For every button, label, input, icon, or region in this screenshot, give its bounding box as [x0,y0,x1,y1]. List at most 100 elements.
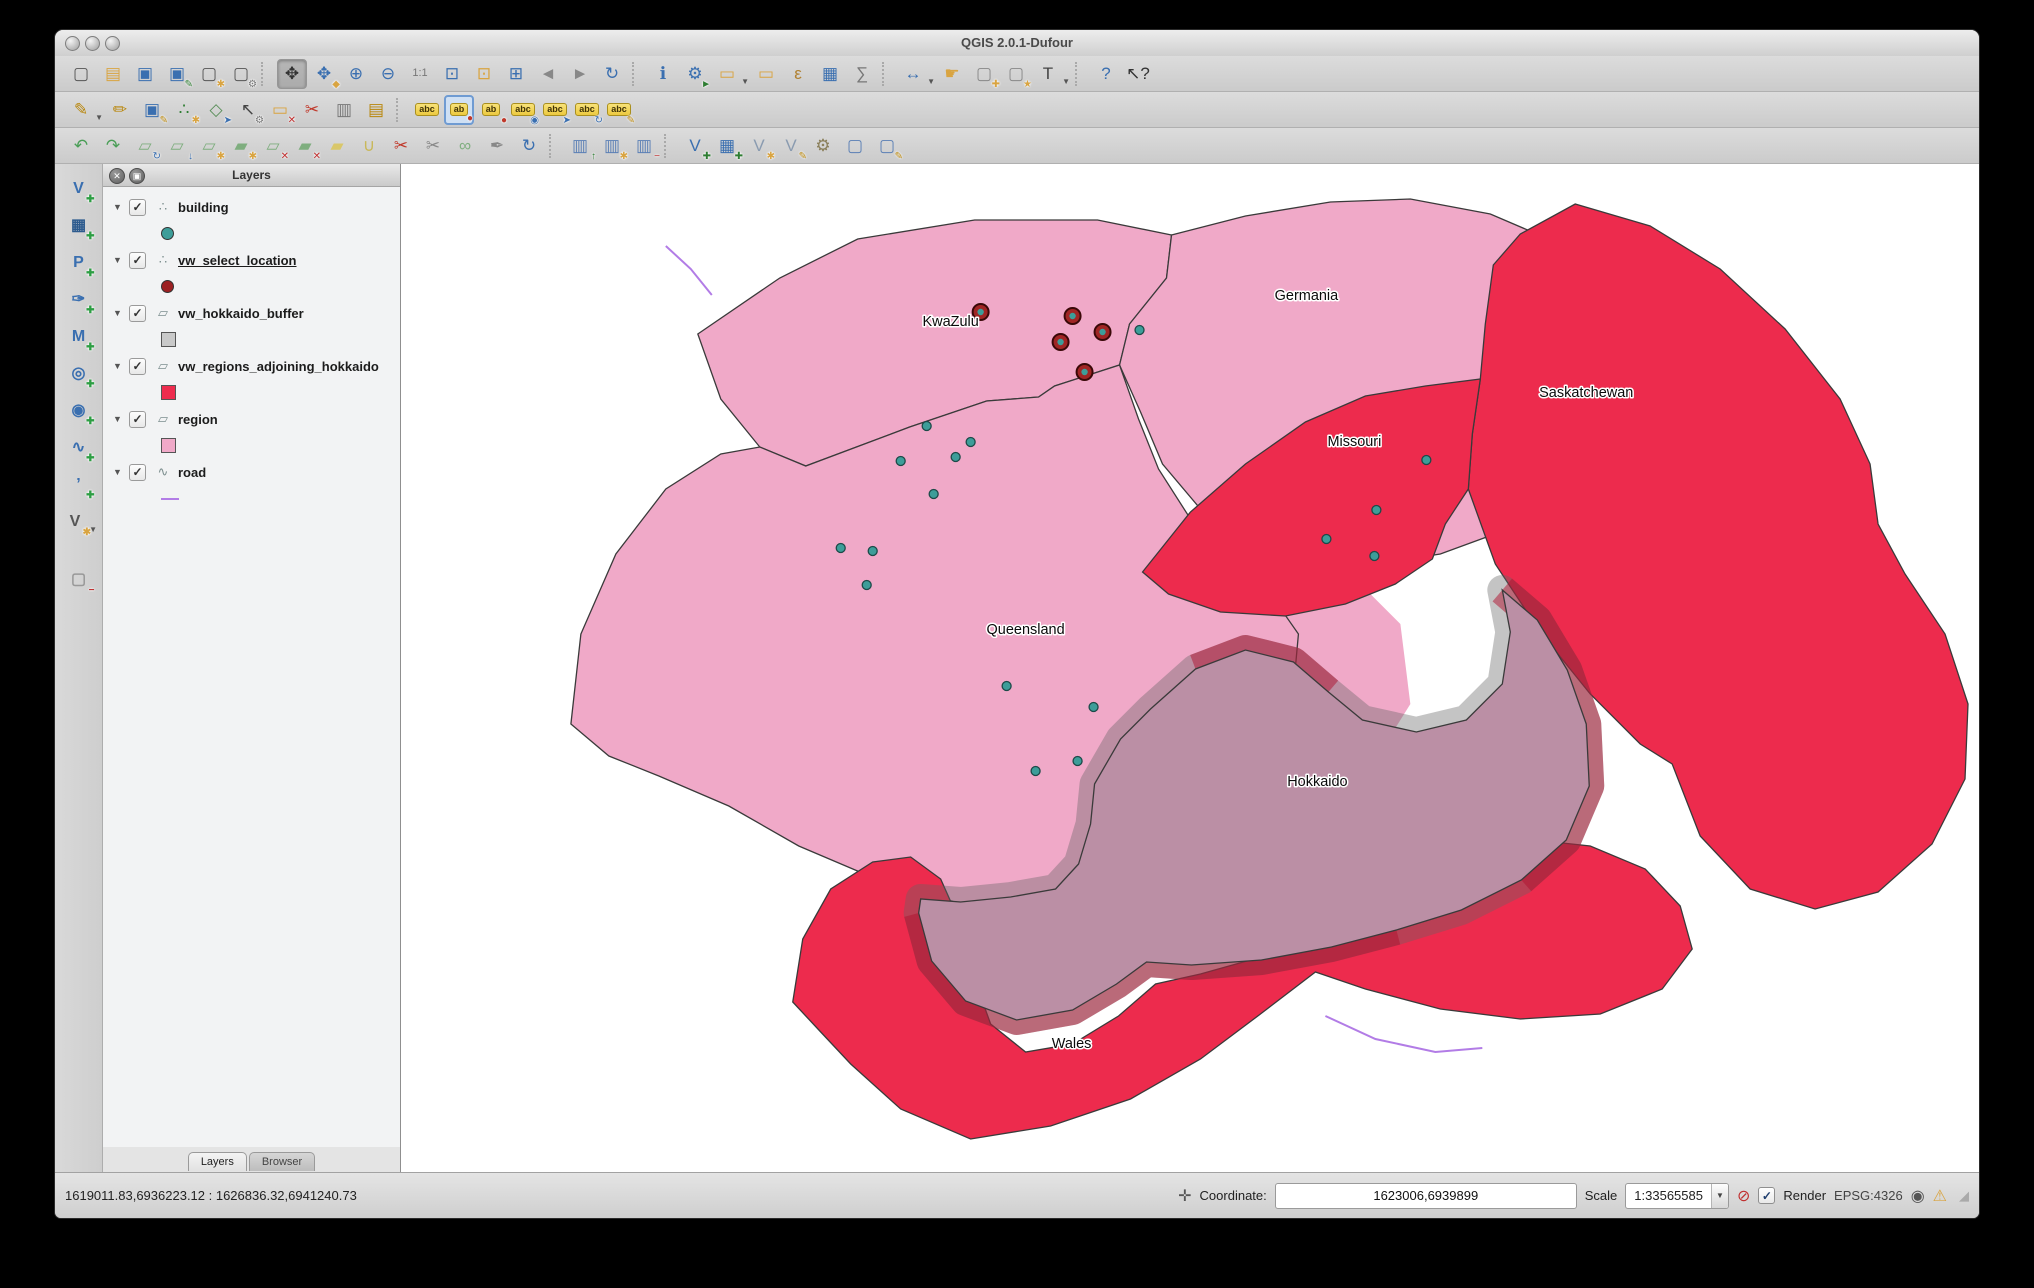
run-feature-action-icon[interactable]: ⚙ ► [680,59,711,89]
pan-to-selection-icon[interactable]: ✥ ◆ [309,59,340,89]
layer-name[interactable]: building [178,200,229,215]
cut-features-icon[interactable]: ✂ [297,95,327,125]
zoom-next-icon[interactable]: ► [565,59,595,89]
zoom-in-icon[interactable]: ⊕ [341,59,371,89]
unpin-labels-icon[interactable]: ab ● [476,95,507,125]
pin-unpin-labels-icon[interactable]: ab ● [444,94,474,125]
move-label-icon[interactable]: abc ➤ [540,95,571,125]
building-point[interactable] [1072,755,1083,767]
split-parts-icon[interactable]: ✂ [418,131,448,161]
building-point[interactable] [928,488,939,500]
scale-select[interactable]: 1:33565585 ▼ [1625,1182,1729,1209]
expand-icon[interactable]: ▼ [113,414,127,424]
paste-features-icon[interactable]: ▤ [361,95,391,125]
rotate-feature-icon[interactable]: ▱ ↻ [130,131,161,161]
save-project-icon[interactable]: ▣ [130,59,160,89]
raster-remove-icon[interactable]: ▥ − [629,131,660,161]
layer-visibility-checkbox[interactable]: ✓ [129,251,146,269]
building-point[interactable] [921,420,932,432]
delete-ring-icon[interactable]: ▱ ✕ [258,131,289,161]
raster-new-icon[interactable]: ▥ ✱ [597,131,628,161]
change-label-icon[interactable]: abc ✎ [604,95,635,125]
road-line-southeast[interactable] [1324,1015,1483,1054]
building-point[interactable] [1369,550,1380,562]
layer-visibility-checkbox[interactable]: ✓ [129,357,146,375]
log-messages-icon[interactable]: ⚠ [1933,1186,1947,1206]
add-spatialite-layer-icon[interactable]: ✑ ✚ [64,285,95,316]
coordinate-input[interactable]: 1623006,6939899 [1274,1182,1577,1209]
pan-map-icon[interactable]: ✥ [277,58,307,89]
scale-dropdown-icon[interactable]: ▼ [1710,1183,1728,1208]
add-raster-layer-icon[interactable]: ▦ ✚ [64,211,95,242]
node-tool-icon[interactable]: ↖ ⚙ [233,95,264,125]
building-point[interactable] [1421,454,1432,466]
grass-region-display-icon[interactable]: ▢ [840,131,870,161]
add-oracle-layer-icon[interactable]: ’ ✚ [64,470,94,501]
crs-status-icon[interactable]: ◉ [1911,1186,1925,1206]
building-point[interactable] [965,436,976,448]
layer-visibility-checkbox[interactable]: ✓ [129,463,146,481]
vector-layer-add-icon[interactable]: V ✚ [680,131,711,161]
simplify-feature-icon[interactable]: ▱ ↓ [162,131,193,161]
refresh-map-icon[interactable]: ↻ [597,59,627,89]
building-point[interactable] [950,451,961,463]
panel-tab-browser[interactable]: Browser [248,1152,316,1171]
undo-icon[interactable]: ↶ [66,131,96,161]
add-ring-icon[interactable]: ▱ ✱ [194,131,225,161]
building-point[interactable] [1134,324,1145,336]
layer-item-vw_hokkaido_buffer[interactable]: ▼ ✓ ▱ vw_hokkaido_buffer [103,299,400,327]
building-point[interactable] [1001,680,1012,692]
whats-this-icon[interactable]: ↖? [1123,59,1153,89]
grass-region-edit-icon[interactable]: ▢ ✎ [872,131,903,161]
grass-tools-icon[interactable]: ⚙ [808,131,838,161]
text-annotation-dropdown-icon[interactable]: ▼ [1062,77,1070,86]
layer-name[interactable]: road [178,465,206,480]
rotate-label-icon[interactable]: abc ↻ [572,95,603,125]
rotate-point-symbols-icon[interactable]: ✒ [482,131,512,161]
expand-icon[interactable]: ▼ [113,467,127,477]
building-point[interactable] [835,542,846,554]
zoom-last-icon[interactable]: ◄ [533,59,563,89]
copy-features-icon[interactable]: ▥ [329,95,359,125]
save-layer-edits-icon[interactable]: ▣ ✎ [137,95,168,125]
titlebar[interactable]: QGIS 2.0.1-Dufour [55,30,1979,57]
vector-layer-new-icon[interactable]: V ✱ [744,131,775,161]
toggle-editing-icon[interactable]: ✏ [105,95,135,125]
layer-visibility-checkbox[interactable]: ✓ [129,410,146,428]
zoom-to-selection-icon[interactable]: ⊡ [469,59,499,89]
new-shapefile-layer-dropdown-icon[interactable]: ▼ [89,526,97,534]
move-feature-icon[interactable]: ◇ ➤ [201,95,232,125]
building-point[interactable] [1371,504,1382,516]
layer-name[interactable]: vw_hokkaido_buffer [178,306,304,321]
panel-float-icon[interactable]: ▣ [129,168,145,184]
help-contents-icon[interactable]: ? [1091,59,1121,89]
layer-name[interactable]: vw_select_location [178,253,297,268]
map-canvas[interactable]: KwaZulu Germania Saskatchewan Missouri Queen… [401,164,1979,1172]
stop-render-icon[interactable]: ⊘ [1737,1186,1750,1206]
expand-icon[interactable]: ▼ [113,255,127,265]
zoom-to-layer-icon[interactable]: ⊞ [501,59,531,89]
layer-name[interactable]: region [178,412,218,427]
deselect-features-icon[interactable]: ▭ [751,59,781,89]
layer-visibility-checkbox[interactable]: ✓ [129,304,146,322]
raster-load-icon[interactable]: ▥ ↑ [565,131,596,161]
layer-visibility-checkbox[interactable]: ✓ [129,198,146,216]
new-project-icon[interactable]: ▢ [66,59,96,89]
add-wfs-layer-icon[interactable]: ∿ ✚ [64,433,95,464]
raster-layer-add-icon[interactable]: ▦ ✚ [712,131,743,161]
expand-icon[interactable]: ▼ [113,308,127,318]
new-print-composer-icon[interactable]: ▢ ✱ [194,59,225,89]
render-checkbox[interactable]: ✓ [1758,1187,1776,1204]
road-line-northwest[interactable] [665,245,713,296]
window-resize-grip[interactable]: ◢ [1959,1188,1969,1204]
vector-layer-edit-icon[interactable]: V ✎ [776,131,807,161]
layer-item-road[interactable]: ▼ ✓ ∿ road [103,458,400,486]
layer-item-vw_regions_adjoining_hokkaido[interactable]: ▼ ✓ ▱ vw_regions_adjoining_hokkaido [103,352,400,380]
layer-item-vw_select_location[interactable]: ▼ ✓ ∴ vw_select_location [103,246,400,274]
refresh-layers-icon[interactable]: ↻ [514,131,544,161]
highlight-pinned-labels-icon[interactable]: abc [412,95,442,125]
delete-part-icon[interactable]: ▰ ✕ [290,131,321,161]
add-vector-layer-icon[interactable]: V ✚ [64,174,94,205]
select-features-icon[interactable]: ▭ ▼ [712,59,749,89]
current-edits-icon[interactable]: ✎ ▼ [66,95,103,125]
